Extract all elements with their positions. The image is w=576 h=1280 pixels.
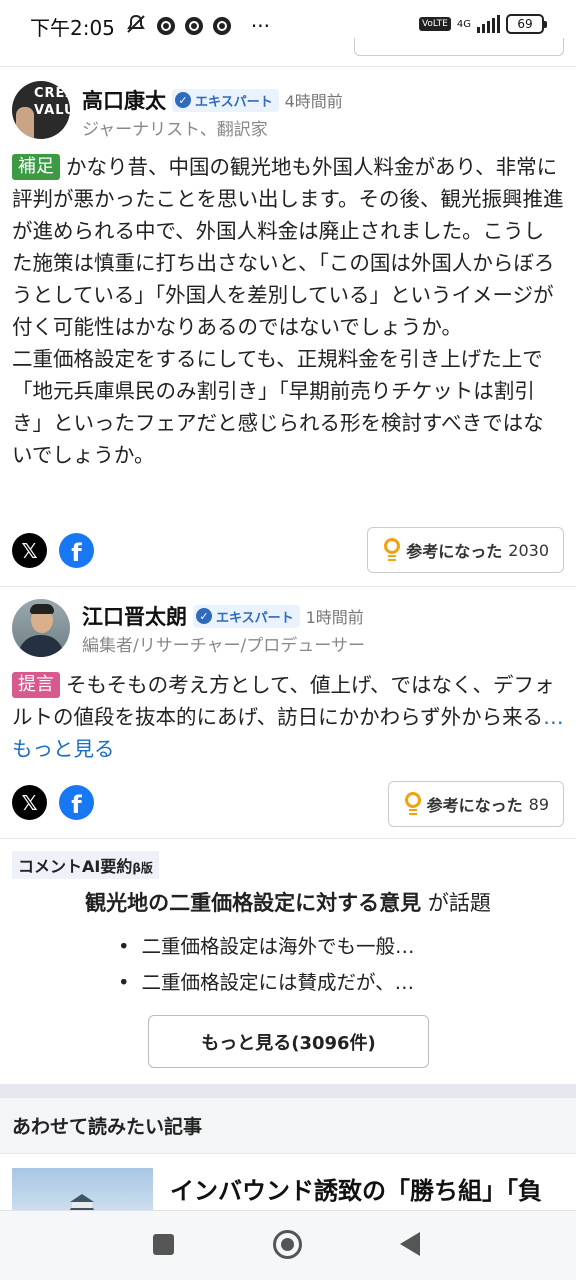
- author-role: 編集者/リサーチャー/プロデューサー: [82, 636, 365, 656]
- facebook-icon[interactable]: f: [59, 533, 94, 568]
- facebook-icon[interactable]: f: [59, 785, 94, 820]
- previous-helpful-button-fragment[interactable]: [354, 38, 564, 56]
- ai-summary-topic: 観光地の二重価格設定に対する意見 が話題: [0, 887, 576, 917]
- comment-text: そもそもの考え方として、値上げ、ではなく、デフォルトの値段を抜本的にあげ、訪日に…: [12, 673, 555, 729]
- related-heading: あわせて読みたい記事: [12, 1116, 203, 1138]
- avatar[interactable]: CREAVALU: [12, 81, 70, 139]
- signal-icon: [477, 15, 500, 33]
- clock: 下午2:05: [30, 15, 115, 40]
- helpful-count: 2030: [508, 540, 549, 560]
- comment-paragraph: かなり昔、中国の観光地も外国人料金があり、非常に評判が悪かったことを思い出します…: [12, 155, 564, 339]
- list-item: 二重価格設定には賛成だが、…: [118, 965, 415, 1001]
- comment-body: 提言 そもそもの考え方として、値上げ、ではなく、デフォルトの値段を抜本的にあげ、訪…: [12, 669, 564, 765]
- ai-summary-label: コメントAI要約β版: [12, 851, 159, 879]
- volte-icon: VoLTE: [418, 17, 451, 31]
- navigation-bar: [0, 1210, 576, 1280]
- expert-badge: ✓ エキスパート: [172, 88, 279, 112]
- author-role: ジャーナリスト、翻訳家: [82, 120, 268, 140]
- author-name[interactable]: 高口康太: [82, 85, 166, 115]
- expert-badge-label: エキスパート: [195, 94, 273, 110]
- bulb-icon: [404, 792, 421, 816]
- see-more-comments-button[interactable]: もっと見る(3096件): [148, 1015, 429, 1068]
- tag-proposal: 提言: [12, 672, 60, 698]
- beta-label: β版: [132, 861, 153, 875]
- chrome-icon: [212, 17, 231, 35]
- article-title[interactable]: インバウンド誘致の「勝ち組」「負: [170, 1171, 542, 1206]
- helpful-button[interactable]: 参考になった 89: [387, 781, 564, 827]
- comment-paragraph: 二重価格設定をするにしても、正規料金を引き上げた上で「地元兵庫県民のみ割引き」「…: [12, 347, 544, 467]
- comment-body: 補足 かなり昔、中国の観光地も外国人料金があり、非常に評判が悪かったことを思い出し…: [12, 151, 564, 471]
- related-article[interactable]: インバウンド誘致の「勝ち組」「負: [0, 1155, 576, 1215]
- helpful-label: 参考になった: [406, 542, 503, 561]
- bulb-icon: [384, 538, 401, 562]
- chrome-icon: [156, 17, 175, 35]
- list-item: 二重価格設定は海外でも一般…: [118, 929, 415, 965]
- topic-suffix: が話題: [421, 891, 491, 915]
- verified-icon: ✓: [196, 608, 212, 624]
- comment-time: 1時間前: [305, 608, 364, 627]
- tag-supplement: 補足: [12, 154, 60, 180]
- chrome-icon: [184, 17, 203, 35]
- author-name[interactable]: 江口晋太朗: [82, 601, 187, 631]
- ai-summary-list: 二重価格設定は海外でも一般… 二重価格設定には賛成だが、…: [118, 929, 415, 1001]
- helpful-label: 参考になった: [426, 796, 523, 815]
- network-type: 4G: [456, 18, 471, 30]
- castle-thumbnail[interactable]: [12, 1168, 153, 1215]
- mute-icon: [125, 13, 147, 40]
- related-articles-header: あわせて読みたい記事: [0, 1098, 576, 1154]
- ai-summary-title: コメントAI要約: [18, 857, 133, 876]
- section-divider: [0, 1084, 576, 1098]
- expert-badge: ✓ エキスパート: [193, 604, 300, 628]
- helpful-count: 89: [528, 794, 549, 814]
- expert-badge-label: エキスパート: [216, 610, 294, 626]
- back-icon[interactable]: [400, 1232, 420, 1256]
- ai-summary-section: コメントAI要約β版 観光地の二重価格設定に対する意見 が話題 二重価格設定は海…: [0, 838, 576, 1084]
- comment-card: CREAVALU 高口康太 ✓ エキスパート 4時間前 ジャーナリスト、翻訳家 …: [0, 66, 576, 586]
- verified-icon: ✓: [175, 92, 191, 108]
- comment-card: 江口晋太朗 ✓ エキスパート 1時間前 編集者/リサーチャー/プロデューサー 提…: [0, 586, 576, 838]
- comment-time: 4時間前: [284, 92, 343, 111]
- helpful-button[interactable]: 参考になった 2030: [367, 527, 564, 573]
- avatar[interactable]: [12, 599, 70, 657]
- home-icon[interactable]: [273, 1230, 302, 1259]
- battery-icon: 69: [506, 14, 547, 34]
- more-notifications-icon: ···: [250, 14, 270, 38]
- recent-apps-icon[interactable]: [153, 1234, 174, 1255]
- topic-text: 観光地の二重価格設定に対する意見: [85, 891, 422, 915]
- x-icon[interactable]: 𝕏: [12, 785, 47, 820]
- x-icon[interactable]: 𝕏: [12, 533, 47, 568]
